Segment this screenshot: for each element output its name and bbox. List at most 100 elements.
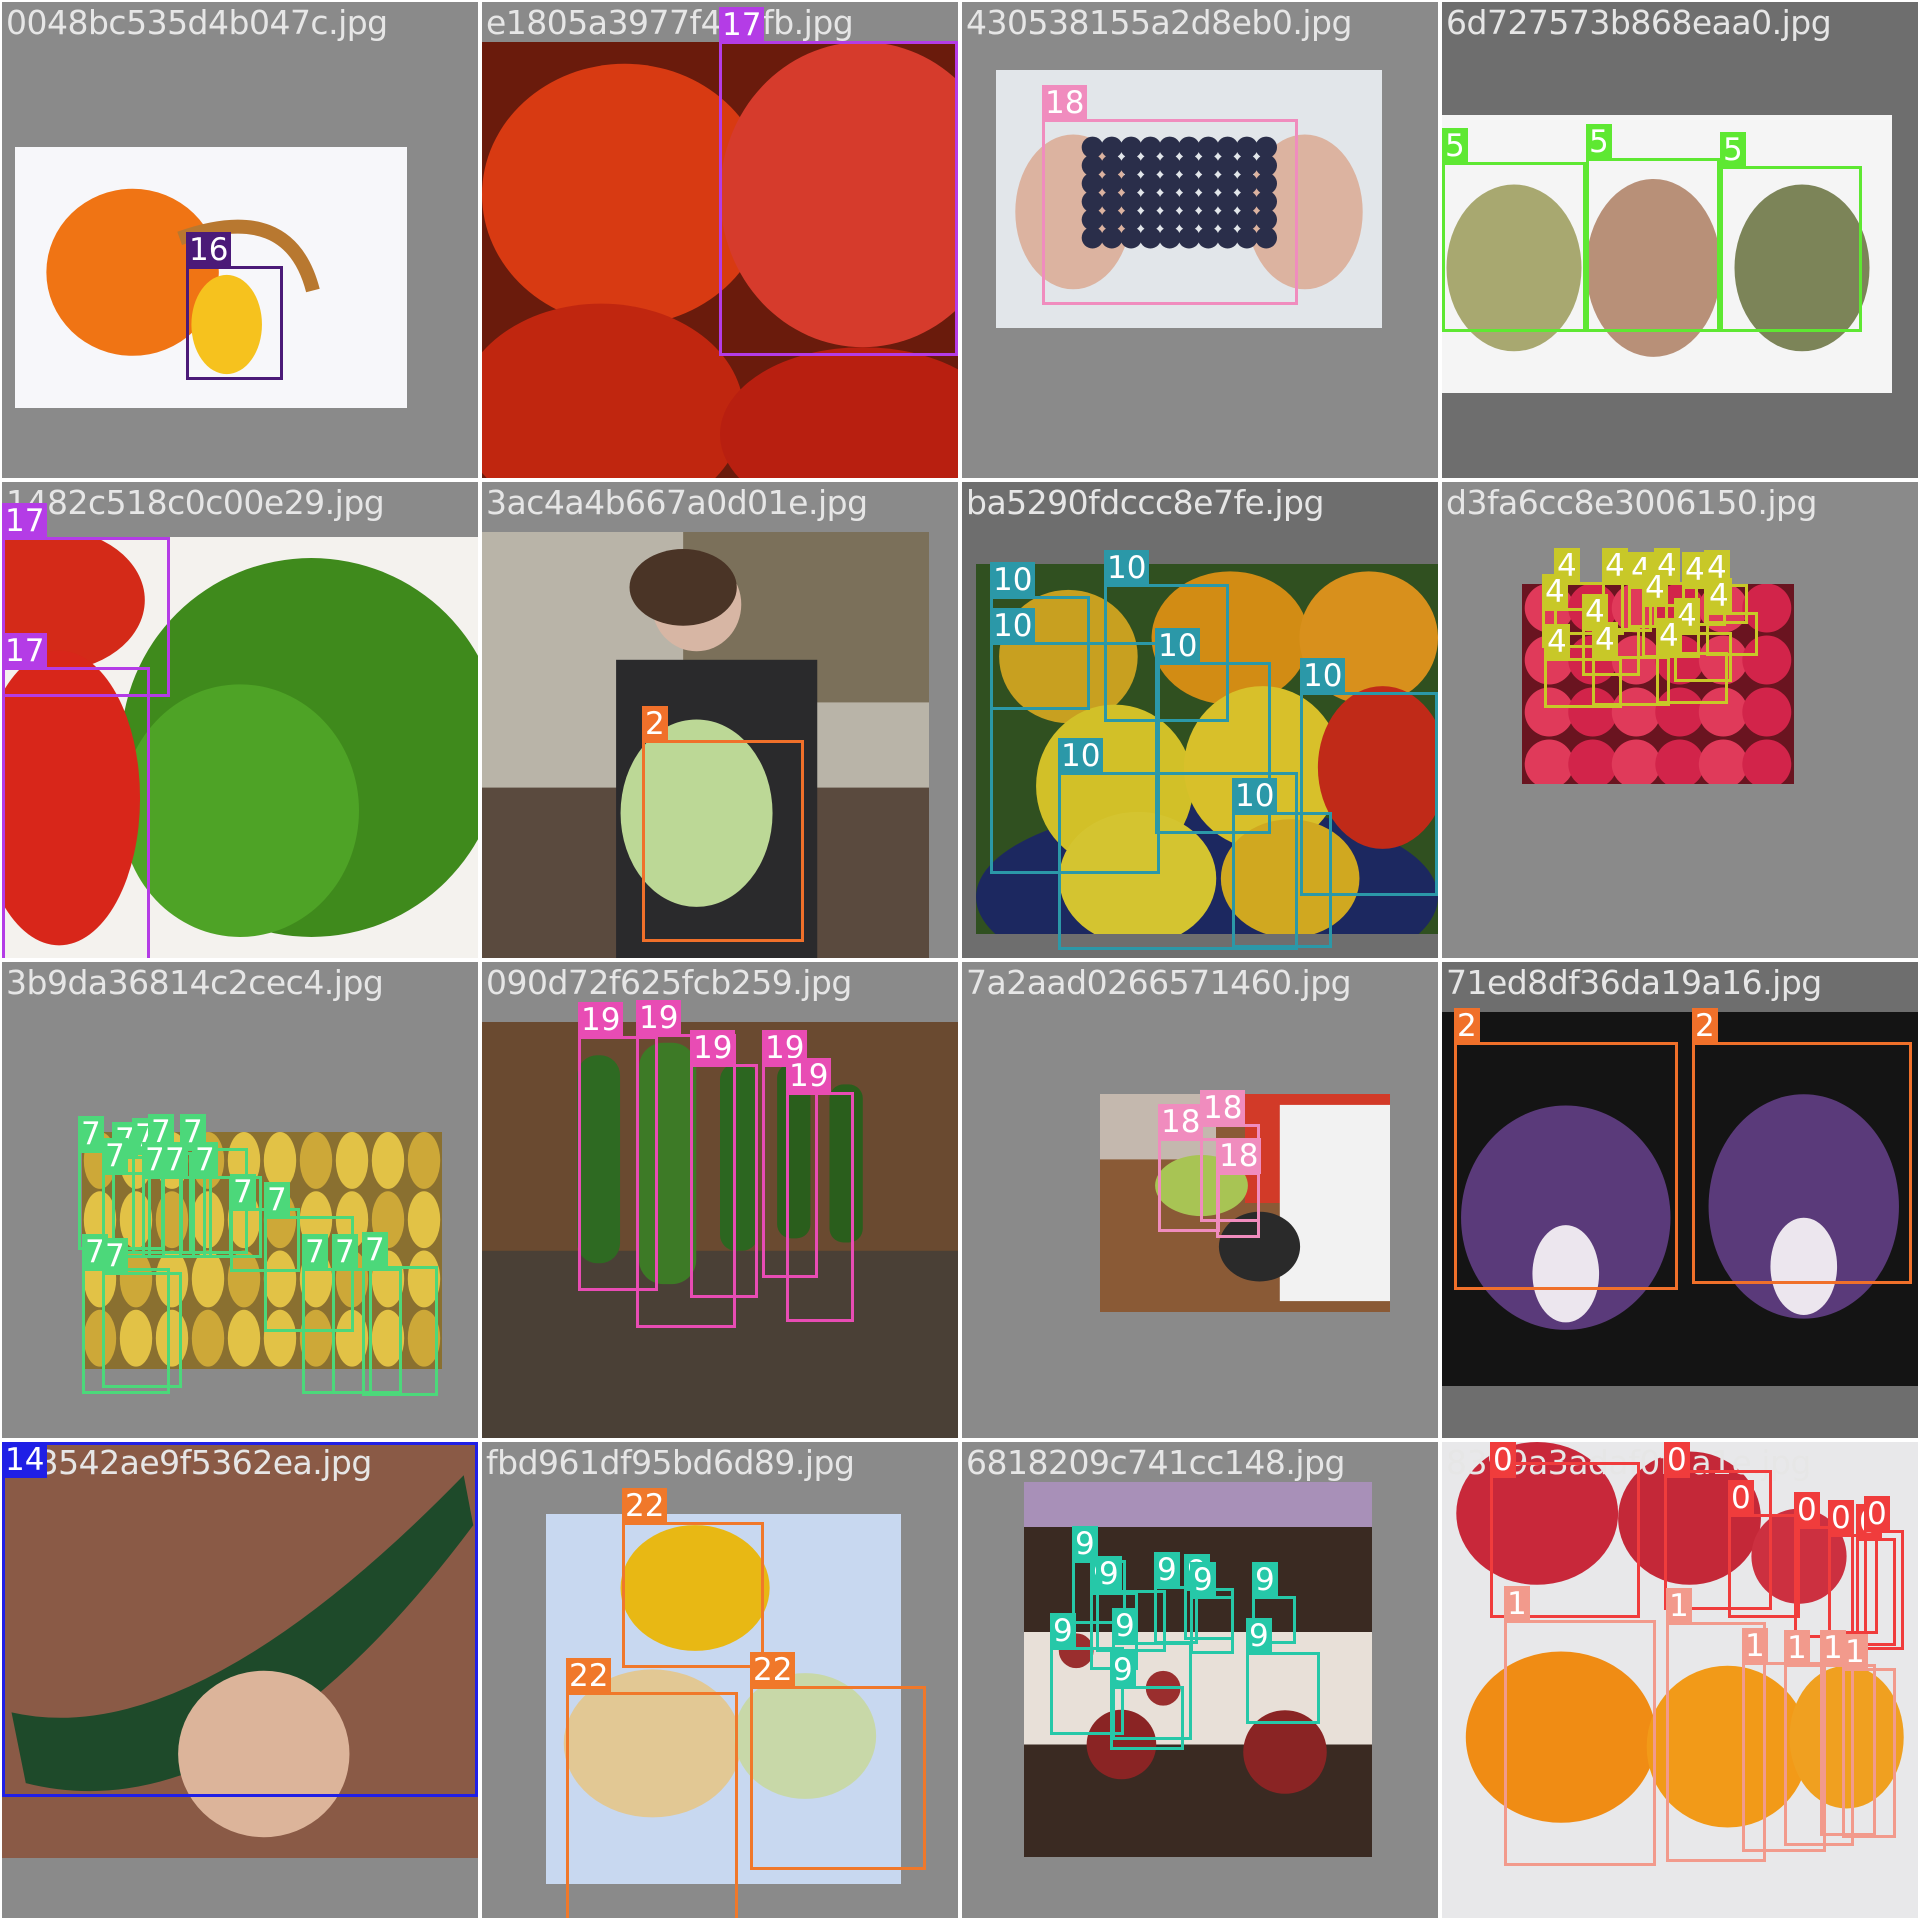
image-tile[interactable]: 090d72f625fcb259.jpg 19 19 19 19 19 — [482, 962, 958, 1438]
bounding-box — [362, 1266, 438, 1396]
image-tile[interactable]: 1f3542ae9f5362ea.jpg 14 — [2, 1442, 478, 1918]
bounding-box — [2, 1442, 478, 1797]
class-label: 7 — [102, 1138, 128, 1174]
bounding-box — [1692, 1042, 1912, 1284]
image-tile[interactable]: 71ed8df36da19a16.jpg 2 2 — [1442, 962, 1918, 1438]
class-label: 5 — [1720, 132, 1746, 168]
class-label: 1 — [1784, 1630, 1810, 1666]
bounding-box — [2, 667, 150, 958]
bounding-box — [1442, 162, 1586, 332]
tile-filename: 7a2aad0266571460.jpg — [966, 963, 1352, 1002]
bounding-box — [1110, 1686, 1184, 1750]
class-label: 10 — [1058, 738, 1104, 774]
class-label: 18 — [1200, 1090, 1246, 1126]
tile-filename: 71ed8df36da19a16.jpg — [1446, 963, 1822, 1002]
class-label: 1 — [1742, 1628, 1768, 1664]
image-tile[interactable]: 6d727573b868eaa0.jpg 5 5 5 — [1442, 2, 1918, 478]
tile-filename: 6d727573b868eaa0.jpg — [1446, 3, 1832, 42]
class-label: 19 — [636, 1000, 682, 1036]
image-tile[interactable]: 3b9da36814c2cec4.jpg7777777777777777 — [2, 962, 478, 1438]
class-label: 10 — [1155, 628, 1201, 664]
tile-filename: 090d72f625fcb259.jpg — [486, 963, 852, 1002]
class-label: 0 — [1828, 1500, 1854, 1536]
bounding-box — [719, 41, 958, 356]
tile-filename: e1805a3977f417fb.jpg — [486, 3, 854, 42]
class-label: 9 — [1072, 1526, 1098, 1562]
class-label: 4 — [1706, 578, 1732, 614]
bounding-box — [186, 266, 283, 380]
tile-filename: ba5290fdccc8e7fe.jpg — [966, 483, 1324, 522]
class-label: 4 — [1602, 548, 1628, 584]
class-label: 2 — [1454, 1008, 1480, 1044]
image-tile[interactable]: 6818209c741cc148.jpg99999999999 — [962, 1442, 1438, 1918]
bounding-box — [1504, 1620, 1656, 1866]
class-label: 2 — [1692, 1008, 1718, 1044]
bounding-box — [1728, 1514, 1800, 1618]
bounding-box — [1246, 1652, 1320, 1724]
class-label: 4 — [1592, 622, 1618, 658]
class-label: 10 — [990, 562, 1036, 598]
class-label: 7 — [362, 1232, 388, 1268]
class-label: 1 — [1666, 1588, 1692, 1624]
class-label: 7 — [102, 1238, 128, 1274]
class-label: 9 — [1050, 1613, 1076, 1649]
class-label: 4 — [1544, 624, 1570, 660]
bounding-box — [1706, 612, 1758, 656]
bounding-box — [1232, 812, 1332, 948]
bounding-box — [566, 1692, 738, 1918]
class-label: 14 — [2, 1442, 48, 1478]
class-label: 10 — [1300, 658, 1346, 694]
bounding-box — [1190, 1596, 1234, 1654]
tile-filename: 0048bc535d4b047c.jpg — [6, 3, 388, 42]
bounding-box — [750, 1686, 926, 1870]
class-label: 4 — [1542, 574, 1568, 610]
image-tile[interactable]: fbd961df95bd6d89.jpg 22 22 22 — [482, 1442, 958, 1918]
bounding-box — [1042, 119, 1298, 305]
image-tile[interactable]: 3ac4a4b667a0d01e.jpg 2 — [482, 482, 958, 958]
class-label: 22 — [750, 1652, 796, 1688]
image-tile[interactable]: d3fa6cc8e3006150.jpg 4 4 4 4 4 4 4 4 4 4 4 4 4 4 — [1442, 482, 1918, 958]
class-label: 18 — [1158, 1104, 1204, 1140]
image-tile[interactable]: 430538155a2d8eb0.jpg 18 — [962, 2, 1438, 478]
class-label: 9 — [1190, 1562, 1216, 1598]
class-label: 9 — [1154, 1552, 1180, 1588]
class-label: 22 — [566, 1658, 612, 1694]
tile-filename: 3b9da36814c2cec4.jpg — [6, 963, 384, 1002]
tile-filename: 6818209c741cc148.jpg — [966, 1443, 1345, 1482]
image-tile[interactable]: ba5290fdccc8e7fe.jpg 10 10 10 10 10 10 10 — [962, 482, 1438, 958]
image-tile[interactable]: 7a2aad0266571460.jpg 18 18 18 — [962, 962, 1438, 1438]
class-label: 9 — [1110, 1652, 1136, 1688]
class-label: 16 — [186, 232, 232, 268]
bounding-box — [1864, 1530, 1904, 1650]
class-label: 2 — [642, 706, 668, 742]
bounding-box — [1586, 158, 1720, 332]
image-tile[interactable]: 0048bc535d4b047c.jpg 16 — [2, 2, 478, 478]
bounding-box — [102, 1272, 182, 1388]
class-label: 5 — [1442, 128, 1468, 164]
class-label: 9 — [1252, 1562, 1278, 1598]
class-label: 7 — [192, 1142, 218, 1178]
bounding-box — [622, 1522, 764, 1668]
class-label: 9 — [1112, 1608, 1138, 1644]
class-label: 19 — [786, 1058, 832, 1094]
bounding-box — [1216, 1172, 1260, 1238]
bounding-box — [1720, 166, 1862, 332]
class-label: 0 — [1864, 1496, 1890, 1532]
class-label: 0 — [1794, 1492, 1820, 1528]
class-label: 10 — [990, 608, 1036, 644]
image-tile[interactable]: 1482c518c0c00e29.jpg 17 17 — [2, 482, 478, 958]
image-tile[interactable]: 8399a3adaf0f9a1e.jpg0000000111111 — [1442, 1442, 1918, 1918]
tile-filename: 1482c518c0c00e29.jpg — [6, 483, 385, 522]
image-tile[interactable]: e1805a3977f417fb.jpg 17 — [482, 2, 958, 478]
class-label: 0 — [1664, 1442, 1690, 1478]
tile-filename: d3fa6cc8e3006150.jpg — [1446, 483, 1817, 522]
class-label: 10 — [1104, 550, 1150, 586]
mosaic-grid: 0048bc535d4b047c.jpg 16 e1805a3977f417fb.j… — [0, 0, 1920, 1920]
class-label: 9 — [1246, 1618, 1272, 1654]
class-label: 19 — [578, 1002, 624, 1038]
class-label: 18 — [1042, 85, 1088, 121]
class-label: 17 — [719, 7, 765, 43]
bounding-box — [1656, 652, 1728, 704]
bounding-box — [642, 740, 804, 942]
tile-filename: fbd961df95bd6d89.jpg — [486, 1443, 855, 1482]
